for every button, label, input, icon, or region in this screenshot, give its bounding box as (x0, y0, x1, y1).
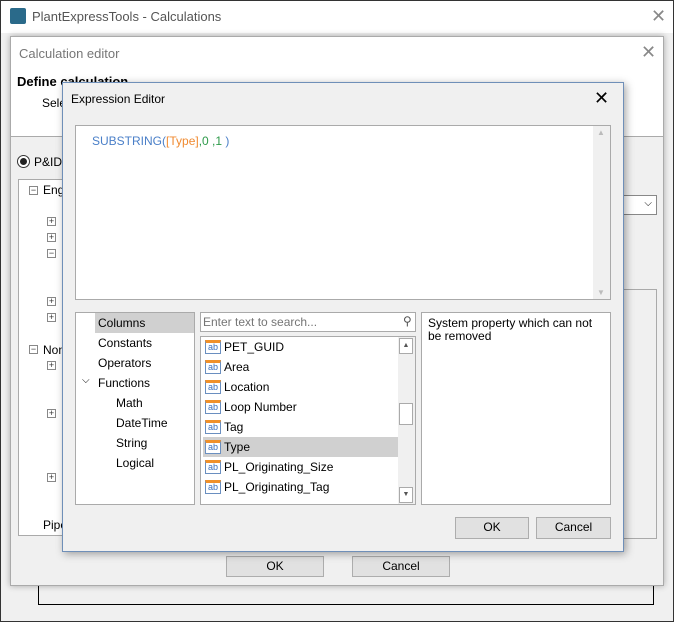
app-title: PlantExpressTools - Calculations (32, 9, 222, 24)
expand-icon[interactable]: + (47, 313, 56, 322)
cancel-button[interactable]: Cancel (352, 556, 450, 577)
column-label: Area (224, 360, 250, 374)
text-field-icon: ab (205, 440, 221, 454)
radio-icon (17, 155, 30, 168)
search-icon[interactable]: ⚲ (403, 314, 412, 328)
app-icon (10, 8, 26, 24)
close-icon[interactable]: ✕ (641, 43, 656, 61)
scrollbar[interactable]: ▲ ▼ (593, 126, 610, 299)
scrollbar[interactable]: ▲ ▼ (398, 337, 415, 504)
expand-icon[interactable]: + (47, 217, 56, 226)
category-string[interactable]: String (116, 433, 147, 453)
expression-text: SUBSTRING([Type],0 ,1 ) (92, 134, 230, 148)
category-functions[interactable]: Functions (98, 373, 150, 393)
scroll-down-icon[interactable]: ▼ (399, 487, 413, 503)
text-field-icon: ab (205, 460, 221, 474)
dialog-title: Expression Editor (71, 92, 166, 106)
expand-icon[interactable]: + (47, 233, 56, 242)
text-field-icon: ab (205, 380, 221, 394)
column-item[interactable]: ab Loop Number (203, 397, 399, 417)
expression-textarea[interactable]: SUBSTRING([Type],0 ,1 ) ▲ ▼ (75, 125, 611, 300)
collapse-icon[interactable]: − (29, 345, 38, 354)
column-label: PL_Originating_Size (224, 460, 334, 474)
bottom-panel (38, 585, 654, 605)
text-field-icon: ab (205, 420, 221, 434)
close-icon[interactable]: ✕ (594, 88, 609, 109)
category-list[interactable]: Columns Constants Operators ⌵ Functions … (75, 312, 195, 505)
column-item[interactable]: ab PL_Originating_Size (203, 457, 399, 477)
scroll-up-icon[interactable]: ▲ (597, 128, 605, 137)
text-field-icon: ab (205, 480, 221, 494)
column-item[interactable]: ab Location (203, 377, 399, 397)
column-item[interactable]: ab Area (203, 357, 399, 377)
column-label: PET_GUID (224, 340, 285, 354)
column-label: Type (224, 440, 251, 454)
category-columns[interactable]: Columns (95, 313, 194, 333)
category-datetime[interactable]: DateTime (116, 413, 168, 433)
description-box: System property which can not be removed (421, 312, 611, 505)
category-operators[interactable]: Operators (98, 353, 151, 373)
category-logical[interactable]: Logical (116, 453, 154, 473)
column-list[interactable]: ab PET_GUID ab Area ab Location ab Loop Number a… (200, 336, 416, 505)
text-field-icon: ab (205, 340, 221, 354)
scroll-down-icon[interactable]: ▼ (597, 288, 605, 297)
text-field-icon: ab (205, 360, 221, 374)
column-item[interactable]: ab Tag (203, 417, 399, 437)
expression-editor-dialog: Expression Editor ✕ SUBSTRING([Type],0 ,… (62, 82, 624, 552)
expand-icon[interactable]: + (47, 297, 56, 306)
dialog-title: Calculation editor (19, 46, 120, 61)
column-label: Tag (224, 420, 244, 434)
category-math[interactable]: Math (116, 393, 143, 413)
scroll-up-icon[interactable]: ▲ (399, 338, 413, 354)
collapse-icon[interactable]: − (29, 186, 38, 195)
column-item[interactable]: ab Type (203, 437, 399, 457)
search-input[interactable] (203, 314, 393, 330)
collapse-icon[interactable]: − (47, 249, 56, 258)
scroll-thumb[interactable] (399, 403, 413, 425)
column-label: Location (224, 380, 270, 394)
cancel-button[interactable]: Cancel (536, 517, 611, 539)
close-icon[interactable]: ✕ (651, 7, 666, 25)
chevron-down-icon: ⌵ (644, 198, 652, 209)
title-bar: PlantExpressTools - Calculations ✕ (1, 1, 673, 33)
expand-icon[interactable]: + (47, 361, 56, 370)
column-item[interactable]: ab PL_Originating_Tag (203, 477, 399, 497)
chevron-down-icon[interactable]: ⌵ (82, 375, 90, 386)
column-label: PL_Originating_Tag (224, 480, 330, 494)
ok-button[interactable]: OK (455, 517, 529, 539)
right-panel (623, 289, 657, 539)
column-label: Loop Number (224, 400, 297, 414)
text-field-icon: ab (205, 400, 221, 414)
expand-icon[interactable]: + (47, 409, 56, 418)
ok-button[interactable]: OK (226, 556, 324, 577)
category-constants[interactable]: Constants (98, 333, 152, 353)
expand-icon[interactable]: + (47, 473, 56, 482)
column-item[interactable]: ab PET_GUID (203, 337, 399, 357)
search-box: ⚲ (200, 312, 416, 332)
